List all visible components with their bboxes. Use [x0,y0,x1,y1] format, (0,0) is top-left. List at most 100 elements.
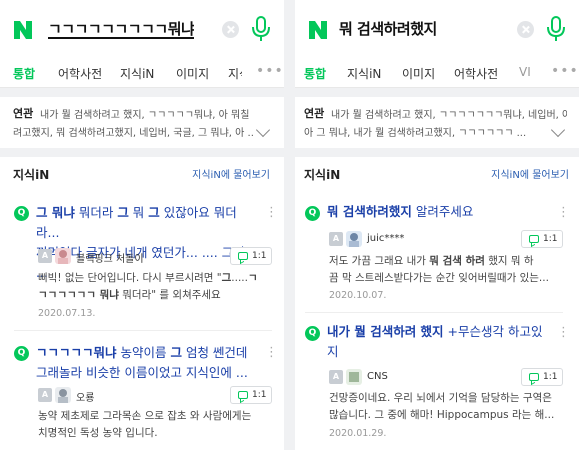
one-on-one-button[interactable]: 1:1 [521,368,563,386]
reply-label: 1:1 [543,372,558,382]
related-label: 연관 [304,107,325,120]
kin-section-header: 지식iN 지식iN에 물어보기 [0,157,284,185]
author-name[interactable]: 블랙핑크 처돌이 [76,250,144,265]
tab-dictionary[interactable]: 어학사전 [454,65,498,82]
related-searches: 연관 내가 뭘 검색하려고 했지, ㄱㄱㄱㄱㄱ뭐냐, 아 뭐칠 려고했지, 뭐 … [0,97,284,145]
mic-icon[interactable] [545,16,567,42]
kin-section-title: 지식iN [304,168,341,182]
search-bar: 뭐 검색하려했지 [295,0,579,58]
tab-all[interactable]: 통합 [13,65,35,82]
panel-divider [284,0,295,450]
author-name[interactable]: juic**** [367,233,404,244]
snippet-line: 농약 제초제로 그라목손 으로 잡초 와 사람에게는 [38,410,252,422]
answer-date: 2020.01.29. [329,428,387,439]
question-icon: Q [305,326,320,341]
answer-snippet[interactable]: 농약 제초제로 그라목손 으로 잡초 와 사람에게는 치명적인 독성 농약 입니… [38,408,278,442]
mic-icon[interactable] [250,16,272,42]
tab-all[interactable]: 통합 [304,65,326,82]
answer-author: A 블랙핑크 처돌이 1:1 [38,247,274,267]
snippet-line: 저도 가끔 그래요 내가 뭐 검색 하려 했지 뭐 하 [329,255,534,267]
divider [305,312,563,313]
answer-badge: A [38,388,52,402]
reply-icon [238,252,248,260]
snippet-line: ㄱㄱㄱㄱㄱㄱ 뭐냐 뭐더라" 를 외쳐주세요 [38,289,221,301]
tab-video-partial[interactable]: VI [519,65,531,79]
naver-logo-icon[interactable] [12,19,34,41]
related-line-1[interactable]: 내가 뭘 검색하려고 했지, ㄱㄱㄱㄱㄱㄱㄱ뭐냐, 네입버, 아 뭐 [331,106,567,121]
result-title[interactable]: 뭐 검색하려했지 알려주세요 [327,202,549,222]
reply-icon [529,235,539,243]
related-searches: 연관 내가 뭘 검색하려고 했지, ㄱㄱㄱㄱㄱㄱㄱ뭐냐, 네입버, 아 뭐 아 … [295,97,579,145]
search-bar: ㄱㄱㄱㄱㄱㄱㄱㄱㄱ뭐냐 [0,0,284,58]
author-name[interactable]: 오룡 [76,389,94,404]
answer-badge: A [38,249,52,263]
divider [14,330,272,331]
result-title-line: 지 [327,344,339,359]
answer-date: 2020.07.13. [38,308,96,319]
answer-snippet[interactable]: 건망증이네요. 우리 뇌에서 기억을 담당하는 구역은 많습니다. 그 중에 해… [329,390,569,424]
right-search-panel: 뭐 검색하려했지 통합 지식iN 이미지 어학사전 VI ••• 연관 내가 뭘… [295,0,579,450]
more-icon[interactable]: ••• [551,63,579,79]
one-on-one-button[interactable]: 1:1 [230,247,272,265]
answer-author: A juic**** 1:1 [329,230,565,250]
search-input[interactable]: ㄱㄱㄱㄱㄱㄱㄱㄱㄱ뭐냐 [48,18,194,39]
one-on-one-button[interactable]: 1:1 [521,230,563,248]
result-title[interactable]: ㄱㄱㄱㄱㄱ뭐냐 농약이름 그 엄청 쎈건데 그래놀라 비슷한 이름이었고 지식인… [36,343,258,383]
left-search-panel: ㄱㄱㄱㄱㄱㄱㄱㄱㄱ뭐냐 통합 어학사전 지식iN 이미지 지식 ••• 연관 내… [0,0,284,450]
section-gap [0,88,284,97]
related-line-2[interactable]: 려고했지, 뭐 검색하려고했지, 네입버, 국글, 그 뭐냐, 아 ... [13,124,253,139]
result-title-line: 그 뭐냐 뭐더라 그 뭐 그 있잖아요 뭐더라... [36,205,237,240]
answer-author: A CNS 1:1 [329,368,565,388]
tab-bar: 통합 어학사전 지식iN 이미지 지식 ••• [0,58,284,88]
answer-badge: A [329,370,343,384]
one-on-one-button[interactable]: 1:1 [230,386,272,404]
tab-kin[interactable]: 지식iN [120,65,154,82]
avatar [346,369,362,385]
ask-kin-link[interactable]: 지식iN에 물어보기 [192,166,270,181]
more-icon[interactable]: ⋮ [557,206,570,219]
more-icon[interactable]: ⋮ [557,326,570,339]
reply-label: 1:1 [252,251,267,261]
more-icon[interactable]: ••• [256,63,284,79]
more-icon[interactable]: ⋮ [265,346,278,359]
clear-icon[interactable] [222,21,239,38]
avatar [55,248,71,264]
tab-image[interactable]: 이미지 [176,65,209,82]
chevron-down-icon[interactable] [550,122,566,138]
reply-label: 1:1 [252,390,267,400]
answer-snippet[interactable]: 삐빅! 없는 단어입니다. 다시 부르시려면 "그.....ㄱ ㄱㄱㄱㄱㄱㄱ 뭐… [38,270,278,304]
snippet-line: 많습니다. 그 중에 해마! Hippocampus 라는 해... [329,409,555,421]
search-input[interactable]: 뭐 검색하려했지 [339,18,437,39]
snippet-line: 삐빅! 없는 단어입니다. 다시 부르시려면 "그.....ㄱ [38,272,258,284]
ask-kin-link[interactable]: 지식iN에 물어보기 [491,166,569,181]
result-title-line: 내가 뭘 검색하려 했지 +무슨생각 하고있 [327,324,543,339]
chevron-down-icon[interactable] [255,122,271,138]
reply-icon [238,391,248,399]
section-gap [295,88,579,97]
related-line-2[interactable]: 아 그 뭐냐, 내가 뭘 검색하려고했지, ㄱㄱㄱㄱㄱㄱ ... [304,124,544,139]
kin-section-header: 지식iN 지식iN에 물어보기 [295,157,579,185]
answer-badge: A [329,232,343,246]
related-line-1[interactable]: 내가 뭘 검색하려고 했지, ㄱㄱㄱㄱㄱ뭐냐, 아 뭐칠 [40,106,268,121]
snippet-line: 치명적인 독성 농약 입니다. [38,427,158,439]
answer-author: A 오룡 1:1 [38,386,274,406]
related-label: 연관 [13,107,34,120]
tab-dictionary[interactable]: 어학사전 [58,65,102,82]
tab-kin[interactable]: 지식iN [347,65,381,82]
snippet-line: 건망증이네요. 우리 뇌에서 기억을 담당하는 구역은 [329,392,552,404]
answer-snippet[interactable]: 저도 가끔 그래요 내가 뭐 검색 하려 했지 뭐 하 끔 막 스트레스받다가는… [329,253,569,287]
section-gap [295,148,579,157]
clear-icon[interactable] [517,21,534,38]
naver-logo-icon[interactable] [307,19,329,41]
tab-kin-partial[interactable]: 지식 [228,65,242,82]
result-title[interactable]: 내가 뭘 검색하려 했지 +무슨생각 하고있 지 [327,322,549,362]
result-title-line: ㄱㄱㄱㄱㄱ뭐냐 농약이름 그 엄청 쎈건데 [36,345,248,360]
author-name[interactable]: CNS [367,371,388,382]
tab-image[interactable]: 이미지 [402,65,435,82]
avatar [346,231,362,247]
snippet-line: 끔 막 스트레스받다가는 순간 잊어버릴때가 있는... [329,272,549,284]
section-gap [0,148,284,157]
question-icon: Q [305,206,320,221]
question-icon: Q [14,206,29,221]
more-icon[interactable]: ⋮ [265,206,278,219]
